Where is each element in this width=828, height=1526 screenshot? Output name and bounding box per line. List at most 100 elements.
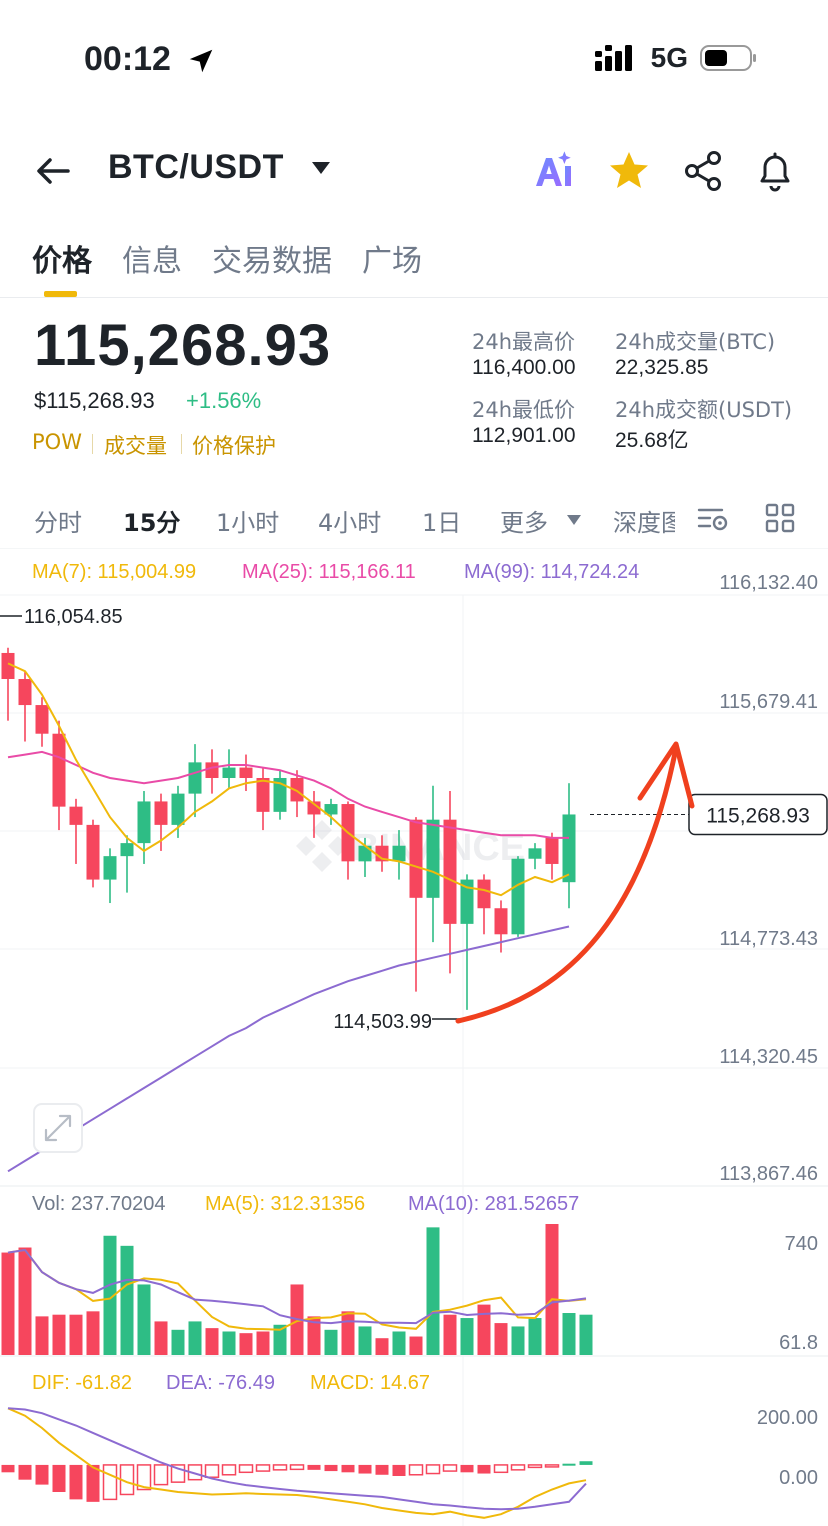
price-axis-label: 114,320.45 xyxy=(719,1046,818,1068)
price-axis-label: 116,132.40 xyxy=(719,572,818,594)
macd-bar xyxy=(341,1464,355,1473)
volume-bar xyxy=(69,1314,83,1355)
macd-bar xyxy=(460,1464,474,1473)
indicator-settings-icon[interactable] xyxy=(696,504,732,534)
macd-bar xyxy=(153,1464,169,1486)
tag-divider xyxy=(92,434,93,454)
fullscreen-button[interactable] xyxy=(33,1103,83,1153)
macd-bar xyxy=(324,1464,338,1472)
layout-grid-icon[interactable] xyxy=(764,502,796,534)
volume-bar xyxy=(171,1329,185,1355)
status-right: 5G xyxy=(594,42,758,74)
candle xyxy=(222,749,236,789)
vol-usdt-label: 24h成交额(USDT) xyxy=(615,398,793,422)
interval-1d[interactable]: 1日 xyxy=(422,503,461,538)
back-arrow-icon[interactable] xyxy=(30,148,76,194)
volume-bar xyxy=(443,1314,457,1355)
high-value: 116,400.00 xyxy=(472,356,576,379)
volume-bar xyxy=(18,1247,32,1355)
volume-bar xyxy=(52,1314,66,1355)
macd-bar xyxy=(358,1464,372,1474)
legend-vol-ma5: MA(5): 312.31356 xyxy=(205,1193,365,1215)
vol-btc-label: 24h成交量(BTC) xyxy=(615,330,776,354)
tab-info[interactable]: 信息 xyxy=(122,236,182,280)
volume-bar xyxy=(545,1224,559,1355)
macd-bar xyxy=(238,1464,254,1474)
tag-price-protection[interactable]: 价格保护 xyxy=(192,430,276,460)
pair-title[interactable]: BTC/USDT xyxy=(108,148,284,187)
tab-trading-data[interactable]: 交易数据 xyxy=(212,236,332,280)
macd-bar xyxy=(392,1464,406,1476)
vol-usdt-value: 25.68亿 xyxy=(615,429,689,452)
volume-bar xyxy=(511,1326,525,1355)
macd-bar xyxy=(35,1464,49,1485)
tab-square[interactable]: 广场 xyxy=(362,236,422,280)
volume-axis-label: 740 xyxy=(785,1233,818,1255)
macd-axis-label: 0.00 xyxy=(779,1467,818,1489)
interval-15m[interactable]: 15分 xyxy=(123,503,180,538)
tag-divider xyxy=(181,434,182,454)
ai-icon[interactable] xyxy=(532,148,578,194)
candle xyxy=(562,783,576,909)
high-annotation: 116,054.85 xyxy=(24,606,123,628)
chevron-down-icon[interactable] xyxy=(566,514,582,526)
candle xyxy=(477,874,491,935)
ma99-line xyxy=(7,925,570,1173)
interval-4h[interactable]: 4小时 xyxy=(318,503,381,538)
volume-bar xyxy=(375,1338,389,1355)
last-price-label[interactable]: 115,268.93 xyxy=(688,793,828,836)
tab-price[interactable]: 价格 xyxy=(32,236,92,280)
tag-volume[interactable]: 成交量 xyxy=(104,430,167,460)
interval-depth[interactable]: 深度图 xyxy=(613,503,675,538)
volume-bar xyxy=(137,1284,151,1355)
candle xyxy=(205,749,219,794)
volume-bar xyxy=(324,1329,338,1355)
volume-bars xyxy=(1,1224,593,1355)
macd-bar xyxy=(527,1464,543,1469)
candle xyxy=(120,835,134,893)
low-annotation: 114,503.99 xyxy=(333,1011,432,1033)
bell-icon[interactable] xyxy=(752,148,798,194)
star-icon[interactable] xyxy=(606,148,652,194)
tag-pow[interactable]: POW xyxy=(32,430,82,454)
candle xyxy=(188,744,202,818)
volume-axis-label: 61.8 xyxy=(779,1332,818,1354)
candle xyxy=(273,770,287,820)
price-axis-label: 115,679.41 xyxy=(719,691,818,713)
macd-bar xyxy=(18,1464,32,1480)
interval-more[interactable]: 更多 xyxy=(500,503,548,538)
volume-bar xyxy=(205,1328,219,1355)
volume-bar xyxy=(358,1326,372,1355)
volume-bar xyxy=(154,1321,168,1355)
volume-bar xyxy=(562,1313,576,1355)
legend-vol: Vol: 237.70204 xyxy=(32,1193,165,1215)
red-arrow-annotation xyxy=(455,741,695,1024)
location-arrow-icon xyxy=(189,49,213,73)
macd-bar xyxy=(562,1463,576,1466)
kline-chart[interactable]: MA(7): 115,004.99 MA(25): 115,166.11 MA(… xyxy=(0,548,828,1526)
volume-bar xyxy=(188,1321,202,1355)
legend-dif: DIF: -61.82 xyxy=(32,1372,132,1394)
signal-icon xyxy=(594,45,632,71)
volume-bar xyxy=(120,1245,134,1355)
macd-bar xyxy=(375,1464,389,1475)
volume-bar xyxy=(528,1318,542,1355)
volume-bar xyxy=(239,1333,253,1355)
interval-line[interactable]: 分时 xyxy=(34,503,82,538)
high-marker: 116,054.85 xyxy=(0,606,123,628)
macd-bar xyxy=(255,1464,271,1472)
interval-1h[interactable]: 1小时 xyxy=(216,503,279,538)
volume-bar xyxy=(86,1311,100,1355)
share-icon[interactable] xyxy=(680,148,726,194)
chevron-down-icon[interactable] xyxy=(310,160,332,176)
legend-macd: MACD: 14.67 xyxy=(310,1372,430,1394)
macd-bar xyxy=(272,1464,288,1471)
candle xyxy=(137,791,151,864)
volume-bar xyxy=(460,1318,474,1355)
candle xyxy=(256,767,270,831)
candle xyxy=(511,856,525,937)
candle xyxy=(86,819,100,888)
usd-price: $115,268.93 xyxy=(34,388,155,413)
macd-bar xyxy=(425,1464,441,1475)
candle xyxy=(426,785,440,943)
